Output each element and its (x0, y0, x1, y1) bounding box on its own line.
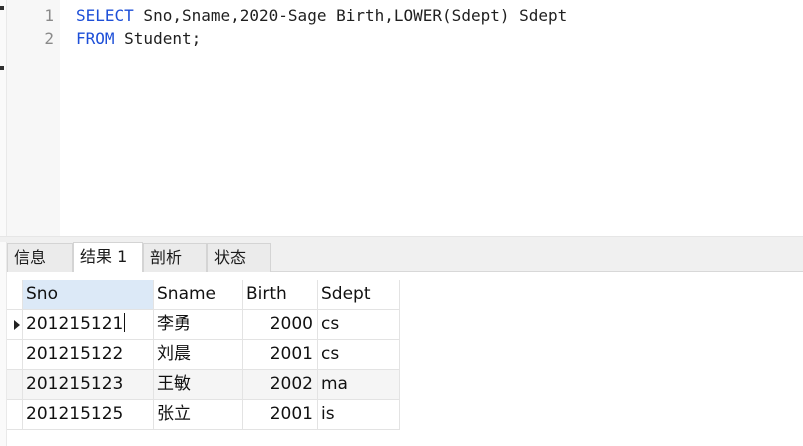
cell-birth[interactable]: 2001 (243, 340, 318, 369)
table-row[interactable]: 201215125 张立 2001 is (7, 400, 400, 430)
sql-text: Sno,Sname,2020-Sage Birth,LOWER(Sdept) S… (133, 6, 568, 25)
cell-birth[interactable]: 2002 (243, 370, 318, 399)
cell-birth[interactable]: 2000 (243, 310, 318, 339)
edge-mark (0, 6, 4, 10)
result-grid-area: Sno Sname Birth Sdept 201215121 李勇 2000 … (7, 272, 803, 446)
result-tab-bar: 信息 结果 1 剖析 状态 (7, 242, 803, 273)
column-header-birth[interactable]: Birth (243, 280, 318, 309)
cell-birth[interactable]: 2001 (243, 400, 318, 429)
text-cursor (124, 313, 126, 332)
column-header-sno[interactable]: Sno (23, 280, 154, 309)
cell-sname[interactable]: 张立 (154, 400, 243, 429)
row-indicator (7, 370, 23, 399)
left-panel-edge (0, 0, 7, 446)
cell-sno[interactable]: 201215122 (23, 340, 154, 369)
line-number-gutter: 1 2 (7, 0, 60, 236)
cell-sno[interactable]: 201215123 (23, 370, 154, 399)
cell-sdept[interactable]: ma (318, 370, 400, 399)
line-number: 1 (44, 6, 54, 25)
column-header-sname[interactable]: Sname (154, 280, 243, 309)
cell-sdept[interactable]: cs (318, 310, 400, 339)
tab-status[interactable]: 状态 (207, 243, 271, 272)
table-row[interactable]: 201215123 王敏 2002 ma (7, 370, 400, 400)
cell-text: 201215121 (26, 314, 124, 334)
cell-sdept[interactable]: is (318, 400, 400, 429)
sql-editor[interactable]: 1 2 SELECT Sno,Sname,2020-Sage Birth,LOW… (7, 0, 803, 236)
cell-sdept[interactable]: cs (318, 340, 400, 369)
row-indicator (7, 310, 23, 339)
cell-sname[interactable]: 刘晨 (154, 340, 243, 369)
cell-sname[interactable]: 王敏 (154, 370, 243, 399)
table-row[interactable]: 201215122 刘晨 2001 cs (7, 340, 400, 370)
tab-result-1[interactable]: 结果 1 (73, 242, 143, 273)
row-indicator (7, 400, 23, 429)
tab-profile[interactable]: 剖析 (143, 243, 207, 272)
table-row[interactable]: 201215121 李勇 2000 cs (7, 310, 400, 340)
current-row-arrow-icon (14, 320, 20, 330)
edge-mark (0, 66, 4, 70)
code-line[interactable]: FROM Student; (76, 29, 201, 49)
line-number: 2 (44, 29, 54, 48)
column-header-sdept[interactable]: Sdept (318, 280, 400, 309)
sql-keyword: SELECT (76, 6, 134, 25)
sql-text: Student; (114, 29, 202, 48)
cell-sname[interactable]: 李勇 (154, 310, 243, 339)
cell-sno[interactable]: 201215121 (23, 310, 154, 339)
cell-sno[interactable]: 201215125 (23, 400, 154, 429)
sql-query-window: 1 2 SELECT Sno,Sname,2020-Sage Birth,LOW… (0, 0, 803, 446)
row-indicator (7, 340, 23, 369)
header-indicator-cell (7, 280, 23, 309)
tab-info[interactable]: 信息 (7, 243, 73, 272)
code-line[interactable]: SELECT Sno,Sname,2020-Sage Birth,LOWER(S… (76, 6, 567, 26)
grid-header-row: Sno Sname Birth Sdept (7, 280, 400, 310)
result-grid: Sno Sname Birth Sdept 201215121 李勇 2000 … (7, 280, 400, 430)
sql-keyword: FROM (76, 29, 115, 48)
